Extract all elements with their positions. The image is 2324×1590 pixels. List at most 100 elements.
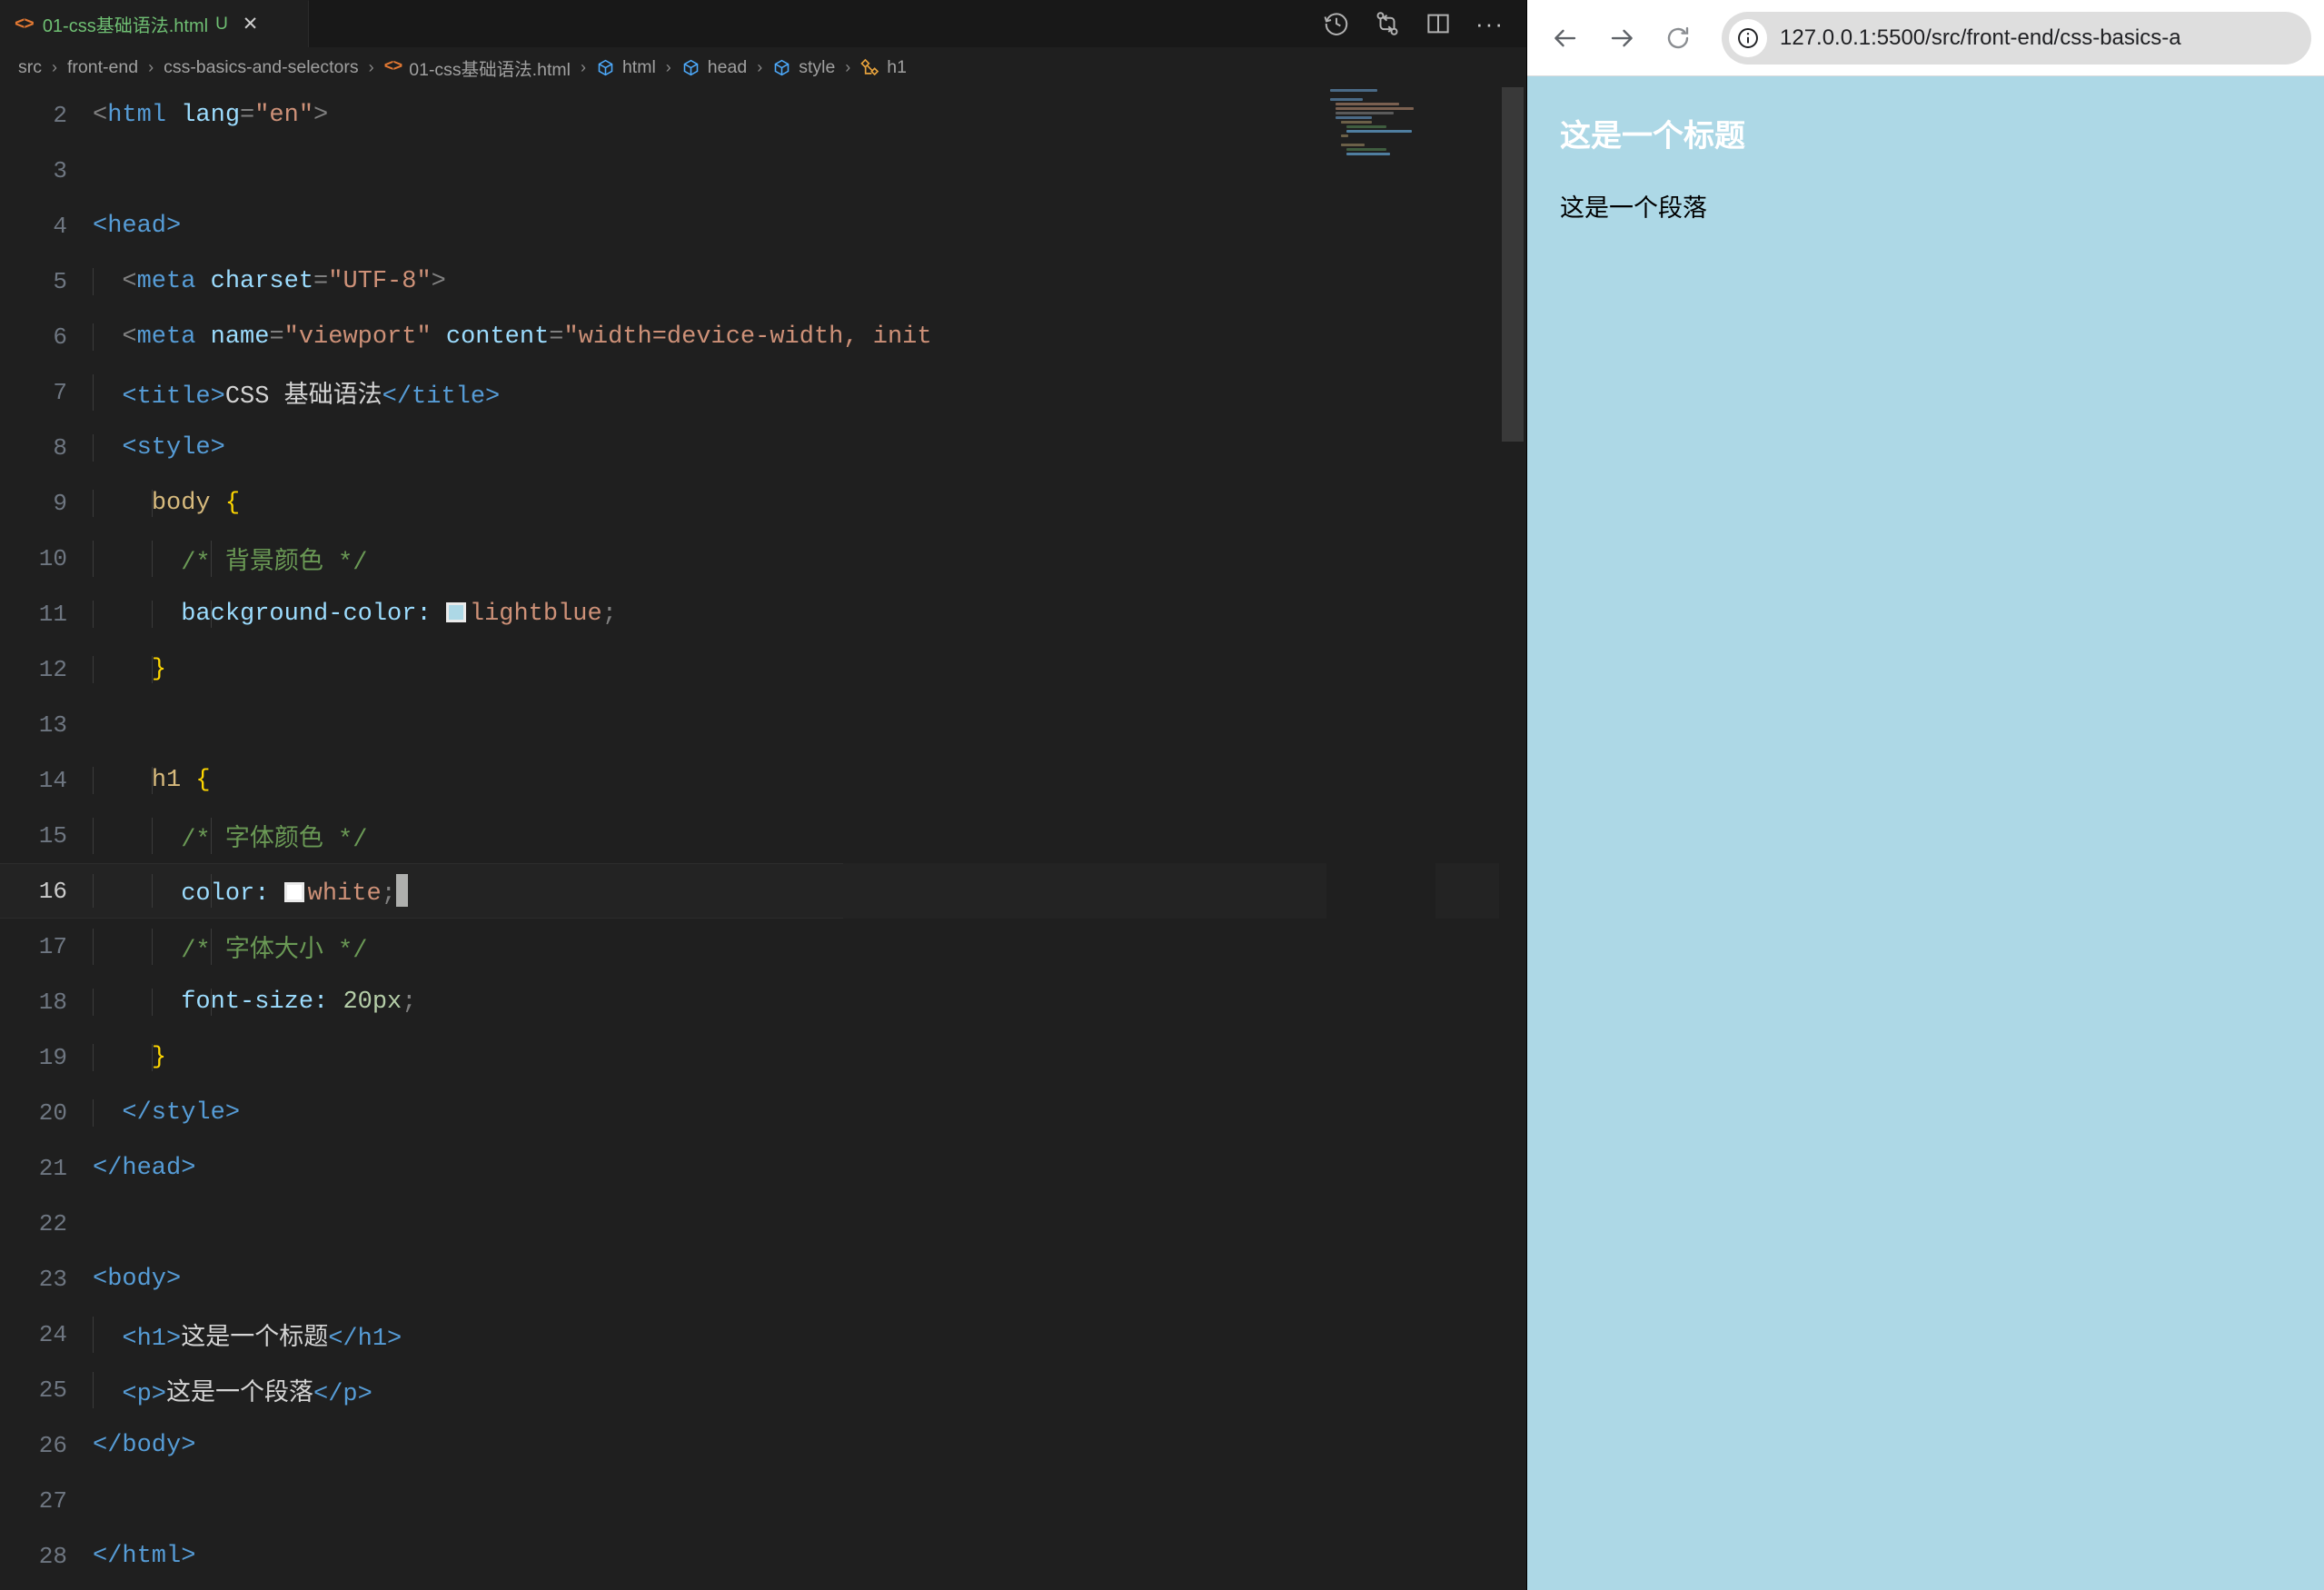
token: </h1> [328, 1325, 402, 1353]
line-number: 8 [53, 433, 67, 462]
token: = [240, 101, 255, 129]
breadcrumb-item-file[interactable]: <> 01-css基础语法.html [382, 55, 572, 81]
token: 这是一个标题 [181, 1325, 329, 1353]
address-bar[interactable]: 127.0.0.1:5500/src/front-end/css-basics-… [1722, 11, 2311, 65]
screen-root: <> 01-css基础语法.html U ✕ ··· src › front-e… [0, 0, 2324, 1590]
token: 这是一个段落 [166, 1380, 314, 1408]
scrollbar-thumb[interactable] [1502, 87, 1524, 442]
code-content: <body> [84, 1266, 181, 1293]
token: { [195, 766, 211, 794]
page-paragraph: 这是一个段落 [1560, 194, 1707, 222]
token: < [93, 101, 108, 129]
code-content: body { [84, 489, 240, 517]
line-number: 7 [53, 378, 67, 406]
breadcrumb-label: 01-css基础语法.html [409, 59, 571, 80]
token: </head> [93, 1154, 196, 1182]
code-content: font-size: 20px; [84, 988, 417, 1016]
source-control-compare-icon[interactable] [1374, 10, 1401, 37]
token: ; [402, 988, 417, 1016]
line-number: 6 [53, 323, 67, 351]
code-line: 7 <title>CSS 基础语法</title> [0, 364, 1526, 420]
breadcrumb-item-front-end[interactable]: front-end [65, 57, 140, 78]
html-code-icon: <> [383, 58, 403, 76]
token: name [210, 323, 270, 351]
token: <h1> [122, 1325, 182, 1353]
token: "en" [254, 101, 314, 129]
code-line: 27 [0, 1473, 1526, 1528]
code-line: 19 } [0, 1029, 1526, 1085]
breadcrumb-item-css-basics-and-selectors[interactable]: css-basics-and-selectors [162, 57, 361, 78]
line-number: 5 [53, 267, 67, 295]
breadcrumb-separator: › [580, 57, 586, 76]
arrow-left-icon[interactable] [1547, 20, 1584, 56]
line-number: 10 [38, 544, 67, 572]
info-circle-icon[interactable] [1729, 18, 1767, 57]
line-number: 14 [38, 766, 67, 794]
breadcrumb-label: front-end [67, 56, 139, 77]
token: ; [381, 880, 396, 908]
vscode-window: <> 01-css基础语法.html U ✕ ··· src › front-e… [0, 0, 1526, 1590]
token: color: [181, 880, 270, 908]
color-swatch[interactable] [445, 601, 466, 622]
breadcrumb-separator: › [845, 57, 851, 76]
breadcrumb-item-h1[interactable]: h1 [859, 57, 909, 78]
code-content: <html lang="en"> [84, 102, 328, 129]
code-line: 13 [0, 697, 1526, 752]
reload-icon[interactable] [1660, 20, 1696, 56]
breadcrumb-label: css-basics-and-selectors [164, 56, 359, 77]
breadcrumb-label: h1 [887, 56, 907, 77]
line-number: 23 [38, 1265, 67, 1293]
breadcrumb-item-style[interactable]: style [770, 57, 837, 78]
line-number: 21 [38, 1154, 67, 1182]
code-line: 3 [0, 143, 1526, 198]
breadcrumb-separator: › [148, 57, 154, 76]
code-line: 4 <head> [0, 198, 1526, 253]
split-editor-icon[interactable] [1425, 10, 1452, 37]
breadcrumb-separator: › [665, 57, 671, 76]
line-number: 18 [38, 988, 67, 1016]
close-icon[interactable]: ✕ [243, 15, 259, 34]
line-number: 28 [38, 1542, 67, 1570]
token: ; [601, 600, 617, 628]
token: </style> [122, 1098, 241, 1127]
arrow-right-icon[interactable] [1604, 20, 1640, 56]
code-line: 22 [0, 1196, 1526, 1251]
code-editor[interactable]: 2 <html lang="en"> 3 4 <head> 5 <meta ch… [0, 87, 1526, 1590]
token: content [445, 323, 550, 351]
token: /* 字体颜色 */ [181, 826, 368, 854]
token: "UTF-8" [328, 267, 432, 295]
code-lines: 2 <html lang="en"> 3 4 <head> 5 <meta ch… [0, 87, 1526, 1584]
token: "width=device-width, init [563, 323, 932, 351]
timeline-history-icon[interactable] [1323, 10, 1350, 37]
token: h1 [151, 766, 182, 794]
code-line: 14 h1 { [0, 752, 1526, 808]
symbol-key-icon [860, 58, 879, 77]
token: <head> [93, 212, 182, 240]
code-line: 24 <h1>这是一个标题</h1> [0, 1307, 1526, 1362]
token: <style> [122, 433, 225, 462]
token: <body> [93, 1265, 182, 1293]
line-number: 26 [38, 1431, 67, 1459]
line-number: 17 [38, 932, 67, 960]
code-content: h1 { [84, 766, 211, 794]
code-line: 9 body { [0, 475, 1526, 531]
code-content: </head> [84, 1155, 195, 1182]
breadcrumb-item-head[interactable]: head [680, 57, 749, 78]
url-text[interactable]: 127.0.0.1:5500/src/front-end/css-basics-… [1780, 25, 2181, 51]
editor-tab[interactable]: <> 01-css基础语法.html U ✕ [0, 0, 309, 47]
token: html [107, 101, 167, 129]
breadcrumb-item-src[interactable]: src [16, 57, 44, 78]
symbol-module-icon [681, 58, 700, 77]
editor-tab-bar: <> 01-css基础语法.html U ✕ ··· [0, 0, 1526, 47]
code-content: <h1>这是一个标题</h1> [84, 1316, 402, 1353]
more-actions-icon[interactable]: ··· [1475, 12, 1505, 35]
code-content: </style> [84, 1098, 241, 1127]
token: </p> [313, 1380, 372, 1408]
line-number: 11 [38, 600, 67, 628]
breadcrumb-item-html[interactable]: html [594, 57, 658, 78]
code-line: 6 <meta name="viewport" content="width=d… [0, 309, 1526, 364]
editor-scrollbar[interactable] [1499, 87, 1526, 1590]
token: charset [210, 267, 314, 295]
color-swatch[interactable] [283, 882, 304, 902]
